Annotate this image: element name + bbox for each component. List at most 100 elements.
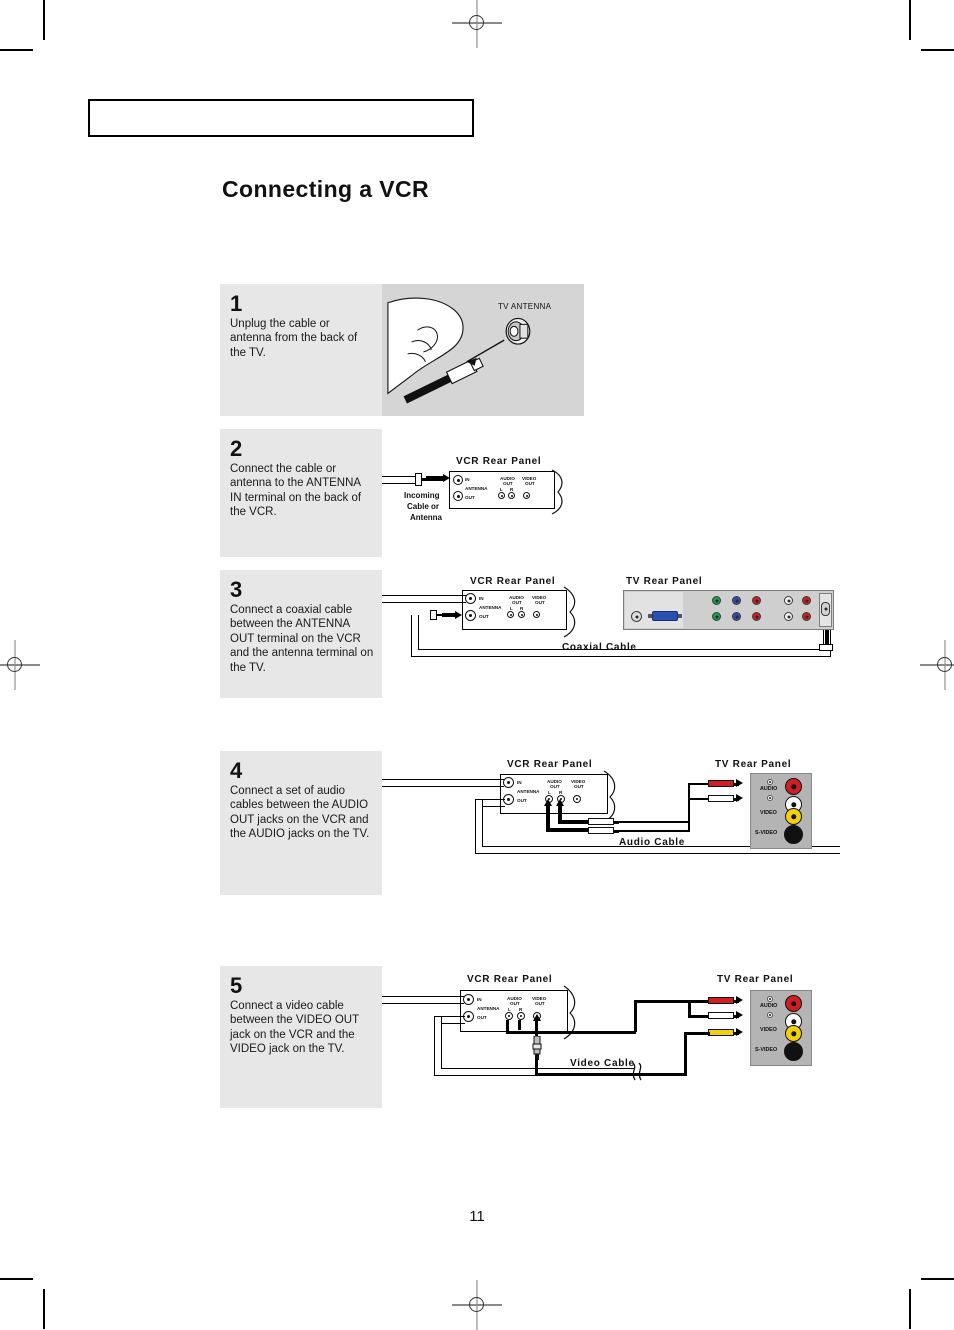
antenna-in-jack [503, 777, 514, 788]
tv-panel-left-section [625, 592, 683, 628]
incoming-cable-label-line3: Antenna [410, 513, 442, 522]
registration-mark-top [452, 0, 502, 48]
page-title: Connecting a VCR [222, 176, 430, 202]
antenna-in-jack [453, 475, 463, 485]
step-2-number: 2 [230, 436, 243, 461]
coax-arrow-head [455, 610, 462, 619]
vcr-rear-panel-title: VCR Rear Panel [507, 759, 593, 770]
antenna-out-run-v1 [434, 1016, 436, 1076]
tv-rear-panel-title: TV Rear Panel [715, 759, 792, 770]
step-4-number: 4 [230, 758, 243, 783]
tv-audio-right-jack [785, 995, 802, 1012]
audio-jack-right-top [802, 596, 811, 605]
antenna-feed-line-bottom [382, 1003, 464, 1005]
tv-audio-label: AUDIO [760, 1003, 778, 1009]
tv-svideo-jack [784, 825, 803, 844]
step-5-description: Connect a video cable between the VIDEO … [230, 1000, 359, 1056]
component-jack-pr-top [752, 596, 761, 605]
tv-audio-l-indicator [767, 795, 773, 801]
audio-cable-right-arrow [555, 799, 564, 806]
vcr-panel-edge-curve [563, 586, 576, 638]
tv-svideo-jack [784, 1042, 803, 1061]
step-3-figure: VCR Rear Panel TV Rear Panel IN ANTENNA … [382, 570, 842, 698]
crop-mark-bottom-right-h [921, 1278, 954, 1280]
tv-rear-panel-title: TV Rear Panel [626, 576, 703, 587]
audio-plug-tv-white-arrow [736, 794, 743, 802]
audio-jumper-riser [634, 1000, 637, 1032]
audio-plug-tv-red-arrow [736, 779, 743, 787]
step-1: 1 Unplug the cable or antenna from the b… [220, 284, 584, 416]
antenna-feed-line-top [382, 595, 466, 597]
antenna-in-jack [463, 994, 474, 1005]
audio-plug-tv-red [708, 997, 739, 1004]
tv-svideo-label: S-VIDEO [755, 830, 778, 836]
jack-label-audio-out: OUT [510, 1001, 520, 1006]
audio-jack-right-bottom [802, 612, 811, 621]
component-jack-y-bottom [712, 612, 721, 621]
video-out-jack [523, 492, 530, 499]
step-2: 2 Connect the cable or antenna to the AN… [220, 429, 584, 557]
audio-cable-run-2 [614, 830, 690, 832]
jack-label-in: IN [479, 596, 484, 601]
step-5-figure: VCR Rear Panel TV Rear Panel IN ANTENNA … [382, 966, 842, 1108]
audio-plug-tv-white [708, 1012, 739, 1019]
audio-jumper-mid-riser [688, 1000, 691, 1017]
crop-mark-top-right-v [909, 0, 911, 40]
step-1-figure: TV ANTENNA [382, 284, 584, 416]
jack-label-out: OUT [465, 495, 475, 500]
audio-out-right-jack [517, 1012, 525, 1020]
jack-label-out: OUT [477, 1015, 487, 1020]
component-jack-pb-bottom [732, 612, 741, 621]
jack-label-video-out: OUT [574, 784, 584, 789]
crop-mark-top-left-v [43, 0, 45, 40]
audio-jumper-join [506, 1031, 636, 1034]
audio-cable-top-branch [688, 783, 710, 786]
audio-out-left-jack [507, 611, 514, 618]
audio-plug-tv-white [708, 795, 739, 802]
coax-arrow-shaft [442, 613, 456, 617]
audio-jumper-bottom-branch [688, 1015, 710, 1018]
vga-screw-left [648, 614, 652, 618]
vcr-rear-panel-title: VCR Rear Panel [470, 576, 556, 587]
vcr-panel-edge-curve [603, 770, 616, 823]
step-2-description: Connect the cable or antenna to the ANTE… [230, 463, 362, 519]
tv-video-jack [785, 1025, 802, 1042]
step-4-description: Connect a set of audio cables between th… [230, 785, 370, 841]
page-number: 11 [469, 1208, 485, 1225]
audio-out-right-jack [518, 611, 525, 618]
step-5-text-column: 5 Connect a video cable between the VIDE… [220, 966, 382, 1108]
step-1-text-column: 1 Unplug the cable or antenna from the b… [220, 284, 382, 416]
registration-mark-left [0, 640, 40, 690]
tv-audio-r-indicator [767, 779, 773, 785]
vcr-rear-panel-title: VCR Rear Panel [456, 456, 542, 467]
audio-out-right-jack [508, 492, 515, 499]
audio-cable-bottom-branch [688, 798, 710, 801]
coax-run-left-v1 [411, 615, 413, 657]
antenna-out-run-h1 [434, 1016, 465, 1018]
antenna-out-run-bottom1 [475, 853, 840, 855]
tv-antenna-terminal-small [631, 611, 642, 622]
step-2-figure: VCR Rear Panel IN ANTENNA OUT AUDIO OUT … [382, 429, 584, 557]
audio-jumper-right [518, 1020, 521, 1030]
step-1-description: Unplug the cable or antenna from the bac… [230, 318, 358, 359]
incoming-arrow-head [443, 474, 450, 482]
jack-label-video-out: OUT [525, 481, 535, 486]
tv-video-label: VIDEO [760, 810, 777, 816]
incoming-cable-line-bottom [382, 483, 416, 485]
crop-mark-top-right-h [921, 49, 954, 51]
tv-audio-right-jack [785, 778, 802, 795]
step-4: 4 Connect a set of audio cables between … [220, 751, 840, 895]
jack-label-in: IN [477, 997, 482, 1002]
coax-connector-body [415, 473, 422, 486]
coax-run-right-v1 [830, 626, 832, 657]
crop-mark-bottom-left-h [0, 1278, 33, 1280]
incoming-arrow-shaft [426, 476, 444, 481]
audio-cable-left-riser [546, 803, 550, 831]
header-rule-box [88, 99, 474, 137]
jack-label-antenna: ANTENNA [517, 789, 540, 794]
video-plug-tv-yellow [708, 1029, 739, 1036]
incoming-cable-label-line2: Cable or [407, 502, 440, 511]
crop-mark-bottom-left-v [43, 1289, 45, 1329]
audio-plug-tv-red-arrow [736, 996, 743, 1004]
video-cable-arrow [532, 1014, 541, 1021]
